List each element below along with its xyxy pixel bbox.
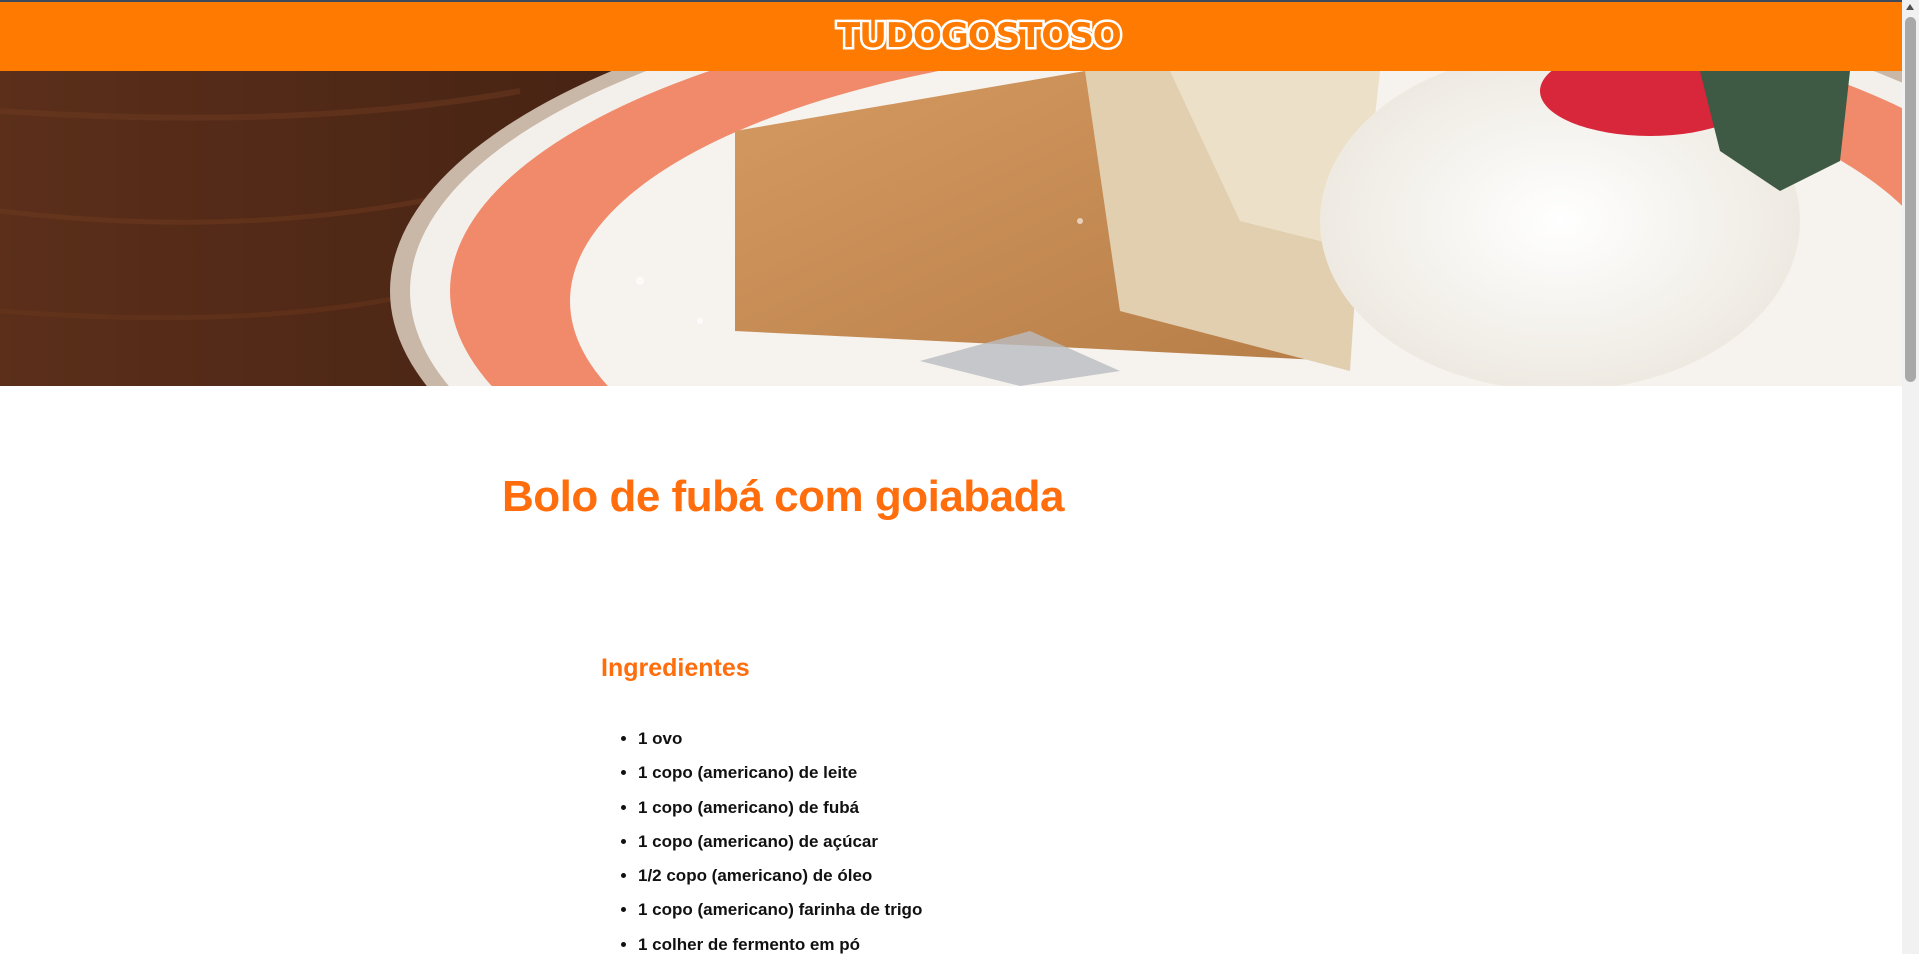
- ingredient-item: 1 copo (americano) de fubá: [638, 791, 922, 825]
- vertical-scrollbar[interactable]: [1902, 0, 1919, 954]
- ingredient-item: 1 colher de fermento em pó: [638, 928, 922, 954]
- ingredient-item: 1 copo (americano) de açúcar: [638, 825, 922, 859]
- ingredients-heading: Ingredientes: [601, 654, 750, 682]
- logo-text: TUDOGOSTOSO: [835, 14, 1125, 59]
- recipe-title: Bolo de fubá com goiabada: [502, 472, 1065, 521]
- scroll-up-arrow-icon[interactable]: [1906, 4, 1914, 10]
- page: TUDOGOSTOSO Bolo de fubá com goiabada In…: [0, 0, 1902, 954]
- ingredient-item: 1 copo (americano) de leite: [638, 756, 922, 790]
- scrollbar-thumb[interactable]: [1905, 17, 1916, 382]
- cake-photo: [0, 71, 1902, 386]
- ingredient-item: 1 copo (americano) farinha de trigo: [638, 893, 922, 927]
- hero-banner-image: [0, 71, 1902, 386]
- ingredients-list: 1 ovo 1 copo (americano) de leite 1 copo…: [601, 722, 922, 954]
- ingredient-item: 1 ovo: [638, 722, 922, 756]
- site-logo[interactable]: TUDOGOSTOSO: [835, 14, 1125, 59]
- site-header: TUDOGOSTOSO: [0, 2, 1902, 71]
- ingredient-item: 1/2 copo (americano) de óleo: [638, 859, 922, 893]
